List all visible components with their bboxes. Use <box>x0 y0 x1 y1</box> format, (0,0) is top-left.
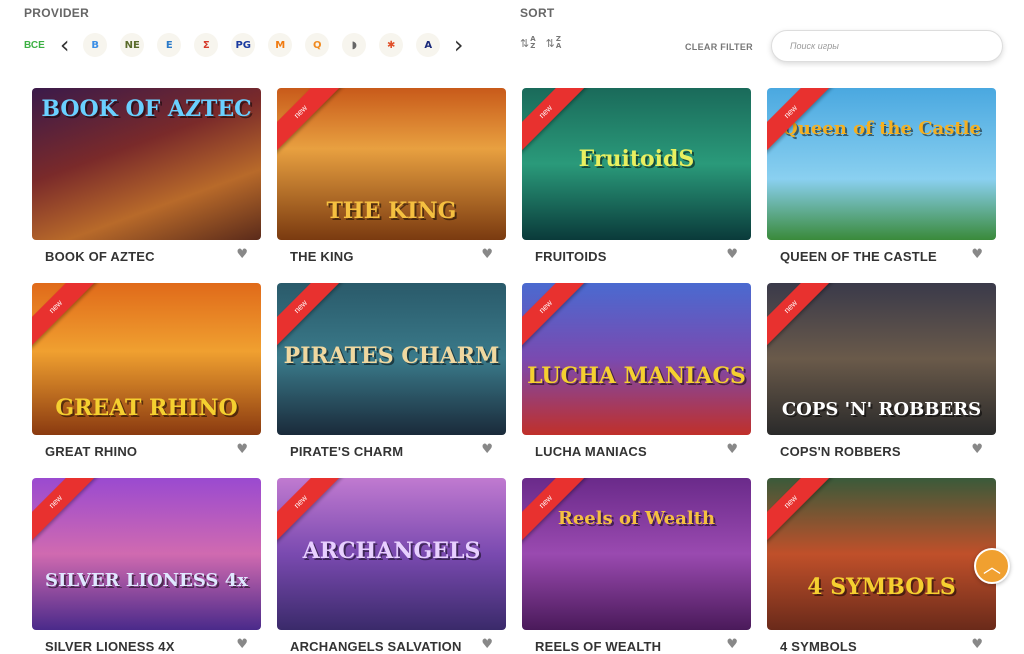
provider-m-icon[interactable]: M <box>268 33 293 57</box>
sort-arrow-icon: ⇅ <box>545 36 555 50</box>
game-title[interactable]: PIRATE'S CHARM <box>290 444 403 459</box>
game-card[interactable]: new SILVER LIONESS 4x SILVER LIONESS 4X ♥ <box>32 478 261 654</box>
quickspin-icon[interactable]: Q <box>305 33 330 57</box>
game-title[interactable]: BOOK OF AZTEC <box>45 249 155 264</box>
game-thumbnail[interactable]: new THE KING <box>277 88 506 240</box>
favorite-heart-icon[interactable]: ♥ <box>236 442 248 457</box>
chevron-right-icon[interactable]: › <box>451 33 467 57</box>
game-title[interactable]: QUEEN OF THE CASTLE <box>780 249 937 264</box>
game-title[interactable]: GREAT RHINO <box>45 444 137 459</box>
game-card[interactable]: new COPS 'N' ROBBERS COPS'N ROBBERS ♥ <box>767 283 996 459</box>
game-logo-art: SILVER LIONESS 4x <box>45 570 248 591</box>
clear-filter-button[interactable]: CLEAR FILTER <box>685 42 753 52</box>
new-badge: new <box>522 283 588 349</box>
filter-bar: PROVIDER SORT ВСЕ ‹ B NE E Σ PG M Q ◗ ✱ A › ⇅ AZ … <box>0 0 1024 80</box>
game-card[interactable]: new GREAT RHINO GREAT RHINO ♥ <box>32 283 261 459</box>
game-card[interactable]: new THE KING THE KING ♥ <box>277 88 506 264</box>
game-thumbnail[interactable]: new Queen of the Castle <box>767 88 996 240</box>
provider-pg-icon[interactable]: PG <box>231 33 256 57</box>
sort-label: SORT <box>520 6 555 20</box>
sort-za-button[interactable]: ⇅ ZA <box>546 36 562 50</box>
favorite-heart-icon[interactable]: ♥ <box>971 442 983 457</box>
favorite-heart-icon[interactable]: ♥ <box>481 247 493 262</box>
sort-arrow-icon: ⇅ <box>520 36 530 50</box>
favorite-heart-icon[interactable]: ♥ <box>236 637 248 652</box>
search-input[interactable] <box>771 30 1003 62</box>
chevron-up-icon: ︿ <box>983 557 1001 578</box>
new-badge: new <box>277 283 343 349</box>
provider-carousel: ВСЕ ‹ B NE E Σ PG M Q ◗ ✱ A › <box>24 32 467 58</box>
provider-half-icon[interactable]: ◗ <box>342 33 367 57</box>
game-logo-art: BOOK OF AZTEC <box>41 96 252 122</box>
game-card[interactable]: BOOK OF AZTEC BOOK OF AZTEC ♥ <box>32 88 261 264</box>
new-badge: new <box>277 478 343 544</box>
game-title[interactable]: REELS OF WEALTH <box>535 639 661 654</box>
favorite-heart-icon[interactable]: ♥ <box>971 247 983 262</box>
favorite-heart-icon[interactable]: ♥ <box>726 637 738 652</box>
game-logo-art: FruitoidS <box>578 146 695 172</box>
game-thumbnail[interactable]: new LUCHA MANIACS <box>522 283 751 435</box>
game-card[interactable]: new ARCHANGELS ARCHANGELS SALVATION ♥ <box>277 478 506 654</box>
favorite-heart-icon[interactable]: ♥ <box>726 442 738 457</box>
game-thumbnail[interactable]: new FruitoidS <box>522 88 751 240</box>
provider-tree-icon[interactable]: ✱ <box>379 33 404 57</box>
game-title[interactable]: FRUITOIDS <box>535 249 607 264</box>
sort-az-button[interactable]: ⇅ AZ <box>520 36 536 50</box>
game-card[interactable]: new FruitoidS FRUITOIDS ♥ <box>522 88 751 264</box>
favorite-heart-icon[interactable]: ♥ <box>971 637 983 652</box>
new-badge: new <box>767 478 833 544</box>
game-logo-art: COPS 'N' ROBBERS <box>781 399 982 420</box>
favorite-heart-icon[interactable]: ♥ <box>481 637 493 652</box>
game-card[interactable]: new Queen of the Castle QUEEN OF THE CASTL… <box>767 88 996 264</box>
new-badge: new <box>767 283 833 349</box>
favorite-heart-icon[interactable]: ♥ <box>236 247 248 262</box>
game-card[interactable]: new PIRATES CHARM PIRATE'S CHARM ♥ <box>277 283 506 459</box>
game-title[interactable]: SILVER LIONESS 4X <box>45 639 175 654</box>
game-thumbnail[interactable]: BOOK OF AZTEC <box>32 88 261 240</box>
chevron-left-icon[interactable]: ‹ <box>57 33 73 57</box>
game-card[interactable]: new Reels of Wealth REELS OF WEALTH ♥ <box>522 478 751 654</box>
game-title[interactable]: THE KING <box>290 249 354 264</box>
game-title[interactable]: ARCHANGELS SALVATION <box>290 639 462 654</box>
game-thumbnail[interactable]: new COPS 'N' ROBBERS <box>767 283 996 435</box>
favorite-heart-icon[interactable]: ♥ <box>726 247 738 262</box>
game-thumbnail[interactable]: new PIRATES CHARM <box>277 283 506 435</box>
provider-a-icon[interactable]: A <box>416 33 441 57</box>
provider-label: PROVIDER <box>24 6 90 20</box>
sort-az-icon: AZ <box>530 35 536 50</box>
game-thumbnail[interactable]: new Reels of Wealth <box>522 478 751 630</box>
all-providers-link[interactable]: ВСЕ <box>24 40 45 51</box>
game-title[interactable]: 4 SYMBOLS <box>780 639 857 654</box>
game-thumbnail[interactable]: new ARCHANGELS <box>277 478 506 630</box>
game-title[interactable]: COPS'N ROBBERS <box>780 444 901 459</box>
game-logo-art: 4 SYMBOLS <box>807 574 956 600</box>
new-badge: new <box>32 283 98 349</box>
new-badge: new <box>277 88 343 154</box>
sort-controls: ⇅ AZ ⇅ ZA <box>520 36 561 50</box>
game-logo-art: ARCHANGELS <box>302 538 481 564</box>
provider-e-icon[interactable]: E <box>157 33 182 57</box>
game-thumbnail[interactable]: new 4 SYMBOLS <box>767 478 996 630</box>
game-logo-art: Queen of the Castle <box>782 118 981 139</box>
sort-za-icon: ZA <box>555 35 562 50</box>
game-thumbnail[interactable]: new SILVER LIONESS 4x <box>32 478 261 630</box>
game-logo-art: PIRATES CHARM <box>283 343 500 369</box>
new-badge: new <box>522 88 588 154</box>
game-logo-art: Reels of Wealth <box>557 508 716 529</box>
game-card[interactable]: new 4 SYMBOLS 4 SYMBOLS ♥ <box>767 478 996 654</box>
game-logo-art: LUCHA MANIACS <box>527 363 746 389</box>
new-badge: new <box>32 478 98 544</box>
game-logo-art: GREAT RHINO <box>55 395 238 421</box>
game-thumbnail[interactable]: new GREAT RHINO <box>32 283 261 435</box>
favorite-heart-icon[interactable]: ♥ <box>481 442 493 457</box>
provider-list: B NE E Σ PG M Q ◗ ✱ A <box>77 33 447 57</box>
netent-icon[interactable]: NE <box>120 33 145 57</box>
game-card[interactable]: new LUCHA MANIACS LUCHA MANIACS ♥ <box>522 283 751 459</box>
game-logo-art: THE KING <box>326 198 457 224</box>
scroll-to-top-button[interactable]: ︿ <box>974 548 1010 584</box>
game-title[interactable]: LUCHA MANIACS <box>535 444 647 459</box>
provider-b-icon[interactable]: B <box>83 33 108 57</box>
provider-sigma-icon[interactable]: Σ <box>194 33 219 57</box>
